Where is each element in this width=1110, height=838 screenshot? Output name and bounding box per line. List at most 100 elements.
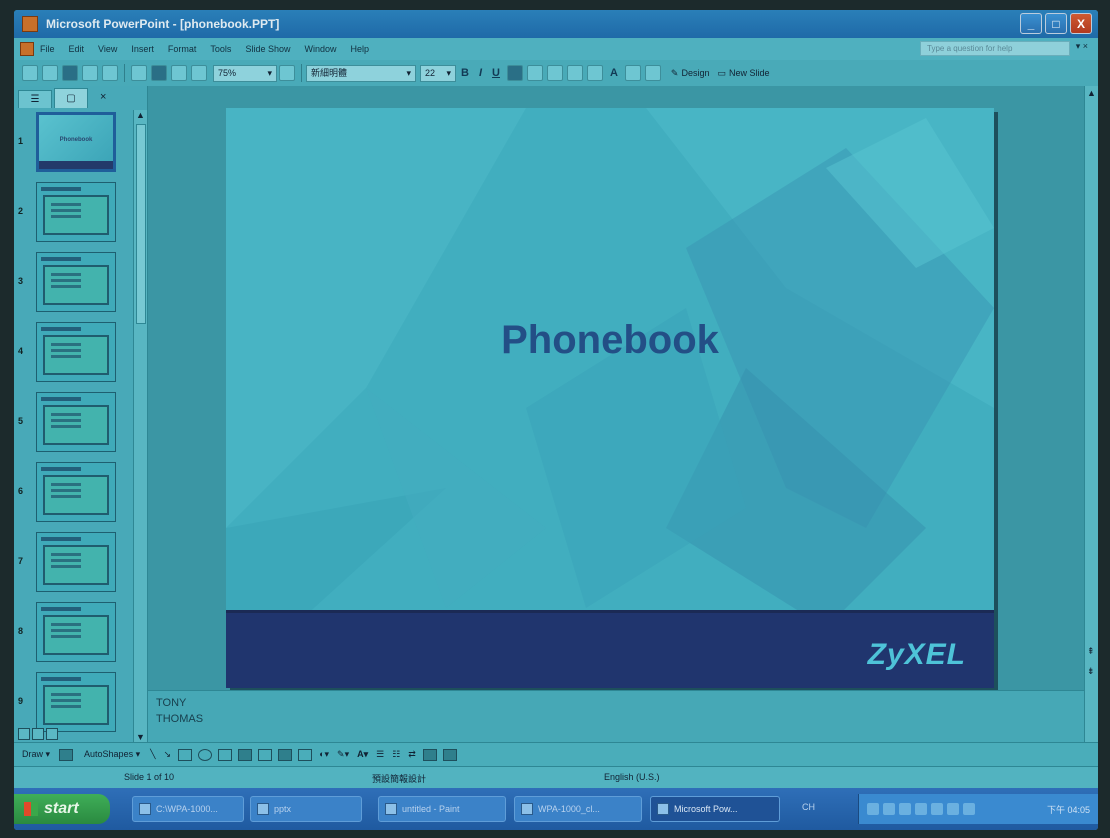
design-button[interactable]: ✎ Design	[671, 68, 710, 79]
printer-icon[interactable]	[915, 803, 927, 815]
oval-icon[interactable]	[198, 748, 213, 761]
update-icon[interactable]	[931, 803, 943, 815]
arrow-icon[interactable]: ↘	[164, 749, 172, 760]
slide-thumbnail-1[interactable]: 1 Phonebook	[14, 110, 132, 174]
align-right-icon[interactable]	[546, 65, 563, 81]
slide-preview[interactable]	[36, 322, 116, 382]
slide-preview[interactable]: Phonebook	[36, 112, 116, 172]
dash-style-icon[interactable]: ☷	[392, 749, 400, 760]
3d-icon[interactable]	[442, 748, 457, 761]
menu-slide-show[interactable]: Slide Show	[245, 44, 290, 54]
picture-icon[interactable]	[298, 748, 313, 761]
pane-scrollbar[interactable]: ▲ ▼	[133, 110, 147, 742]
wordart-icon[interactable]	[238, 748, 253, 761]
table-icon[interactable]	[171, 65, 187, 81]
shadow-icon[interactable]	[422, 748, 437, 761]
menu-tools[interactable]: Tools	[210, 44, 231, 54]
draw-menu[interactable]: Draw ▾	[22, 749, 50, 760]
decrease-indent-icon[interactable]	[624, 65, 641, 81]
grayscale-icon[interactable]	[191, 65, 207, 81]
taskbar-item[interactable]: WPA-1000_cl...	[514, 796, 642, 822]
increase-font-icon[interactable]: A	[610, 67, 618, 79]
new-slide-button[interactable]: ▭ New Slide	[717, 68, 769, 79]
slide-preview[interactable]	[36, 672, 116, 732]
slide-thumbnail-4[interactable]: 4	[14, 320, 132, 384]
font-color-icon[interactable]: A▾	[357, 749, 368, 760]
close-pane-icon[interactable]: ×	[100, 91, 106, 103]
powerpoint-icon[interactable]	[22, 16, 38, 32]
tray-app-icon[interactable]	[963, 803, 975, 815]
slide-preview[interactable]	[36, 182, 116, 242]
menu-file[interactable]: File	[40, 44, 55, 54]
slide-preview[interactable]	[36, 392, 116, 452]
bold-button[interactable]: B	[461, 67, 469, 79]
underline-button[interactable]: U	[492, 67, 500, 79]
menu-edit[interactable]: Edit	[69, 44, 85, 54]
fill-color-icon[interactable]: ◐▾	[319, 749, 329, 760]
print-icon[interactable]	[82, 65, 98, 81]
menu-window[interactable]: Window	[304, 44, 336, 54]
close-button[interactable]: X	[1070, 13, 1092, 34]
menu-insert[interactable]: Insert	[131, 44, 154, 54]
volume-icon[interactable]	[883, 803, 895, 815]
normal-view-icon[interactable]	[18, 728, 30, 740]
autoshapes-menu[interactable]: AutoShapes ▾	[84, 749, 140, 760]
chart-icon[interactable]	[151, 65, 167, 81]
scroll-up-icon[interactable]: ▲	[136, 110, 145, 120]
menu-help[interactable]: Help	[350, 44, 369, 54]
open-icon[interactable]	[42, 65, 58, 81]
taskbar-item[interactable]: pptx	[250, 796, 362, 822]
taskbar-item[interactable]: untitled - Paint	[378, 796, 506, 822]
undo-icon[interactable]	[131, 65, 147, 81]
language-bar[interactable]: CH	[802, 802, 815, 812]
slide-preview[interactable]	[36, 462, 116, 522]
start-button[interactable]: start	[14, 794, 110, 824]
italic-button[interactable]: I	[479, 67, 482, 79]
outline-tab[interactable]: ☰	[18, 90, 52, 108]
title-bar[interactable]: Microsoft PowerPoint - [phonebook.PPT] _…	[14, 10, 1098, 38]
current-slide[interactable]: Phonebook ZyXEL	[226, 108, 994, 688]
rectangle-icon[interactable]	[178, 748, 193, 761]
messenger-icon[interactable]	[947, 803, 959, 815]
sorter-view-icon[interactable]	[32, 728, 44, 740]
minimize-button[interactable]: _	[1020, 13, 1042, 34]
select-objects-icon[interactable]	[59, 748, 74, 761]
close-document-icon[interactable]: ▾ ×	[1076, 41, 1088, 52]
scroll-thumb[interactable]	[136, 124, 146, 324]
slide-preview[interactable]	[36, 602, 116, 662]
new-icon[interactable]	[22, 65, 38, 81]
save-icon[interactable]	[62, 65, 78, 81]
numbering-icon[interactable]	[566, 65, 583, 81]
network-icon[interactable]	[867, 803, 879, 815]
slides-tab[interactable]: ▢	[54, 88, 88, 108]
slide-thumbnail-7[interactable]: 7	[14, 530, 132, 594]
notes-pane[interactable]: TONY THOMAS	[148, 690, 1084, 742]
slide-thumbnail-3[interactable]: 3	[14, 250, 132, 314]
copy-icon[interactable]	[102, 65, 118, 81]
slide-thumbnail-5[interactable]: 5	[14, 390, 132, 454]
scroll-down-icon[interactable]: ▼	[136, 732, 145, 742]
increase-indent-icon[interactable]	[644, 65, 661, 81]
taskbar-item-active[interactable]: Microsoft Pow...	[650, 796, 780, 822]
menu-format[interactable]: Format	[168, 44, 197, 54]
clipart-icon[interactable]	[278, 748, 293, 761]
help-icon[interactable]	[279, 65, 295, 81]
zoom-select[interactable]: 75% ▾	[213, 64, 277, 82]
textbox-icon[interactable]	[218, 748, 233, 761]
font-select[interactable]: 新細明體 ▾	[306, 64, 416, 82]
maximize-button[interactable]: □	[1045, 13, 1067, 34]
arrow-style-icon[interactable]: ⇄	[408, 749, 416, 760]
taskbar-item[interactable]: C:\WPA-1000...	[132, 796, 244, 822]
line-color-icon[interactable]: ✎▾	[337, 749, 349, 760]
slideshow-view-icon[interactable]	[46, 728, 58, 740]
diagram-icon[interactable]	[258, 748, 273, 761]
align-left-icon[interactable]	[506, 65, 523, 81]
font-size-select[interactable]: 22 ▾	[420, 64, 456, 82]
bullets-icon[interactable]	[586, 65, 603, 81]
slide-preview[interactable]	[36, 252, 116, 312]
editor-scrollbar[interactable]: ▲ ⇞ ⇟	[1084, 86, 1098, 742]
menu-view[interactable]: View	[98, 44, 117, 54]
prev-slide-icon[interactable]: ⇞	[1087, 646, 1095, 657]
slide-preview[interactable]	[36, 532, 116, 592]
next-slide-icon[interactable]: ⇟	[1087, 666, 1095, 677]
